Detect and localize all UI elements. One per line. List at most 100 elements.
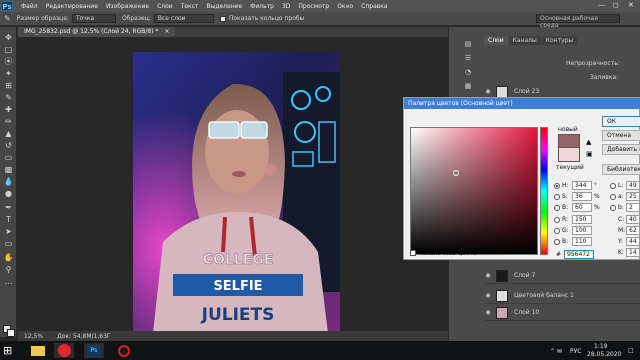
history-brush-icon[interactable]: ↺	[3, 141, 14, 151]
brightness-radio[interactable]	[554, 205, 560, 211]
pen-tool-icon[interactable]: ✒	[3, 203, 14, 213]
history-panel-icon[interactable]: ▤	[463, 40, 473, 49]
eye-icon[interactable]: ◉	[484, 88, 492, 95]
sample-size-select[interactable]: Точка	[71, 14, 116, 23]
hex-input[interactable]: 956472	[564, 250, 594, 259]
shape-tool-icon[interactable]: ▭	[3, 239, 14, 249]
saturation-radio[interactable]	[554, 194, 560, 200]
zoom-level[interactable]: 12,5%	[24, 333, 43, 340]
file-explorer-icon[interactable]	[28, 343, 48, 358]
hue-radio[interactable]	[554, 183, 560, 189]
ok-button[interactable]: ОК	[602, 116, 640, 127]
menu-view[interactable]: Просмотр	[294, 3, 333, 10]
eye-icon[interactable]: ◉	[484, 272, 492, 279]
green-input[interactable]: 100	[572, 226, 592, 235]
properties-panel-icon[interactable]: ☰	[463, 54, 473, 63]
windows-start-icon[interactable]: ⊞	[3, 344, 12, 357]
workspace-select[interactable]: Основная рабочая среда	[536, 14, 620, 29]
close-tab-icon[interactable]: ×	[164, 28, 169, 35]
menu-layers[interactable]: Слои	[153, 3, 177, 10]
b-radio[interactable]	[610, 205, 616, 211]
healing-tool-icon[interactable]: ✚	[3, 105, 14, 115]
menu-image[interactable]: Изображение	[102, 3, 153, 10]
more-tools-icon[interactable]: ⋯	[3, 279, 14, 289]
recorder-icon[interactable]	[114, 343, 134, 358]
eye-icon[interactable]: ◉	[484, 309, 492, 316]
type-tool-icon[interactable]: T	[3, 215, 14, 225]
tray-icons[interactable]: ⌃ ✉	[550, 348, 562, 355]
notifications-icon[interactable]: □	[628, 347, 634, 354]
tab-paths[interactable]: Контуры	[541, 36, 578, 45]
color-field-marker[interactable]	[453, 170, 459, 176]
yellow-input[interactable]: 44	[626, 237, 640, 246]
menu-help[interactable]: Справка	[357, 3, 391, 10]
red-input[interactable]: 150	[572, 215, 592, 224]
photoshop-taskbar-icon[interactable]: Ps	[84, 343, 104, 358]
tab-channels[interactable]: Каналы	[508, 36, 541, 45]
stamp-tool-icon[interactable]: ▲	[3, 129, 14, 139]
cyan-input[interactable]: 40	[626, 215, 640, 224]
background-color-swatch[interactable]	[7, 329, 15, 337]
current-color-swatch[interactable]	[558, 148, 580, 162]
opera-icon[interactable]	[54, 343, 74, 358]
quick-select-icon[interactable]: ✦	[3, 69, 14, 79]
cancel-button[interactable]: Отмена	[602, 130, 640, 141]
eye-icon[interactable]: ◉	[484, 292, 492, 299]
maximize-icon[interactable]: ◻	[613, 1, 619, 9]
menu-file[interactable]: Файл	[17, 3, 42, 10]
lightness-radio[interactable]	[610, 183, 616, 189]
lightness-input[interactable]: 49	[626, 181, 640, 190]
gamut-warning-icon[interactable]: ▲	[586, 138, 591, 146]
show-ring-checkbox[interactable]	[219, 15, 226, 22]
path-select-icon[interactable]: ➤	[3, 227, 14, 237]
tab-layers[interactable]: Слои	[484, 36, 508, 45]
layer-row[interactable]: ◉ Слой 7	[484, 268, 640, 284]
menu-3d[interactable]: 3D	[278, 3, 294, 10]
menu-window[interactable]: Окно	[333, 3, 357, 10]
menu-type[interactable]: Текст	[177, 3, 203, 10]
swatches-panel-icon[interactable]: ▦	[463, 82, 473, 91]
lasso-tool-icon[interactable]: ⦿	[3, 57, 14, 67]
menu-filter[interactable]: Фильтр	[246, 3, 278, 10]
hue-slider[interactable]	[540, 127, 548, 255]
only-web-checkbox[interactable]	[410, 250, 416, 256]
language-indicator[interactable]: РУС	[570, 348, 581, 355]
web-safe-icon[interactable]: ▣	[586, 150, 593, 158]
document-tab[interactable]: IMG_25832.psd @ 12,5% (Слой 24, RGB/8) *…	[18, 27, 176, 37]
move-tool-icon[interactable]: ✥	[3, 33, 14, 43]
eyedropper-icon[interactable]: ✎	[4, 14, 11, 24]
marquee-tool-icon[interactable]: □	[3, 45, 14, 55]
eraser-tool-icon[interactable]: ▭	[3, 153, 14, 163]
adjustments-panel-icon[interactable]: ◔	[463, 68, 473, 77]
eyedropper-tool-icon[interactable]: ✎	[3, 93, 14, 103]
blue-radio[interactable]	[554, 239, 560, 245]
clock-time[interactable]: 1:19	[594, 343, 607, 350]
menu-select[interactable]: Выделение	[202, 3, 246, 10]
zoom-tool-icon[interactable]: ⚲	[3, 265, 14, 275]
color-field[interactable]	[410, 127, 538, 255]
brush-tool-icon[interactable]: ✏	[3, 117, 14, 127]
black-input[interactable]: 14	[626, 248, 640, 257]
layer-row[interactable]: ◉ Цветовой баланс 1	[484, 288, 640, 304]
menu-edit[interactable]: Редактирование	[42, 3, 102, 10]
close-icon[interactable]: ✕	[628, 1, 634, 9]
hand-tool-icon[interactable]: ✋	[3, 253, 14, 263]
a-input[interactable]: 25	[626, 192, 640, 201]
blur-tool-icon[interactable]: 💧	[3, 177, 14, 187]
hue-input[interactable]: 344	[572, 181, 592, 190]
blue-input[interactable]: 110	[572, 237, 592, 246]
magenta-input[interactable]: 62	[626, 226, 640, 235]
document-canvas-image[interactable]: SELFIE JULIETS COLLEGE	[133, 52, 340, 333]
dodge-tool-icon[interactable]: ●	[3, 189, 14, 199]
gradient-tool-icon[interactable]: ▩	[3, 165, 14, 175]
green-radio[interactable]	[554, 228, 560, 234]
sample-select[interactable]: Все слои	[153, 14, 214, 23]
saturation-input[interactable]: 36	[572, 192, 592, 201]
red-radio[interactable]	[554, 217, 560, 223]
brightness-input[interactable]: 60	[572, 203, 592, 212]
minimize-icon[interactable]: —	[598, 1, 605, 9]
add-to-swatches-button[interactable]: Добавить в образцы	[602, 144, 640, 155]
color-libraries-button[interactable]: Библиотеки цветов	[602, 164, 640, 175]
b-input[interactable]: 2	[626, 203, 640, 212]
layer-row[interactable]: ◉ Слой 10	[484, 305, 640, 321]
